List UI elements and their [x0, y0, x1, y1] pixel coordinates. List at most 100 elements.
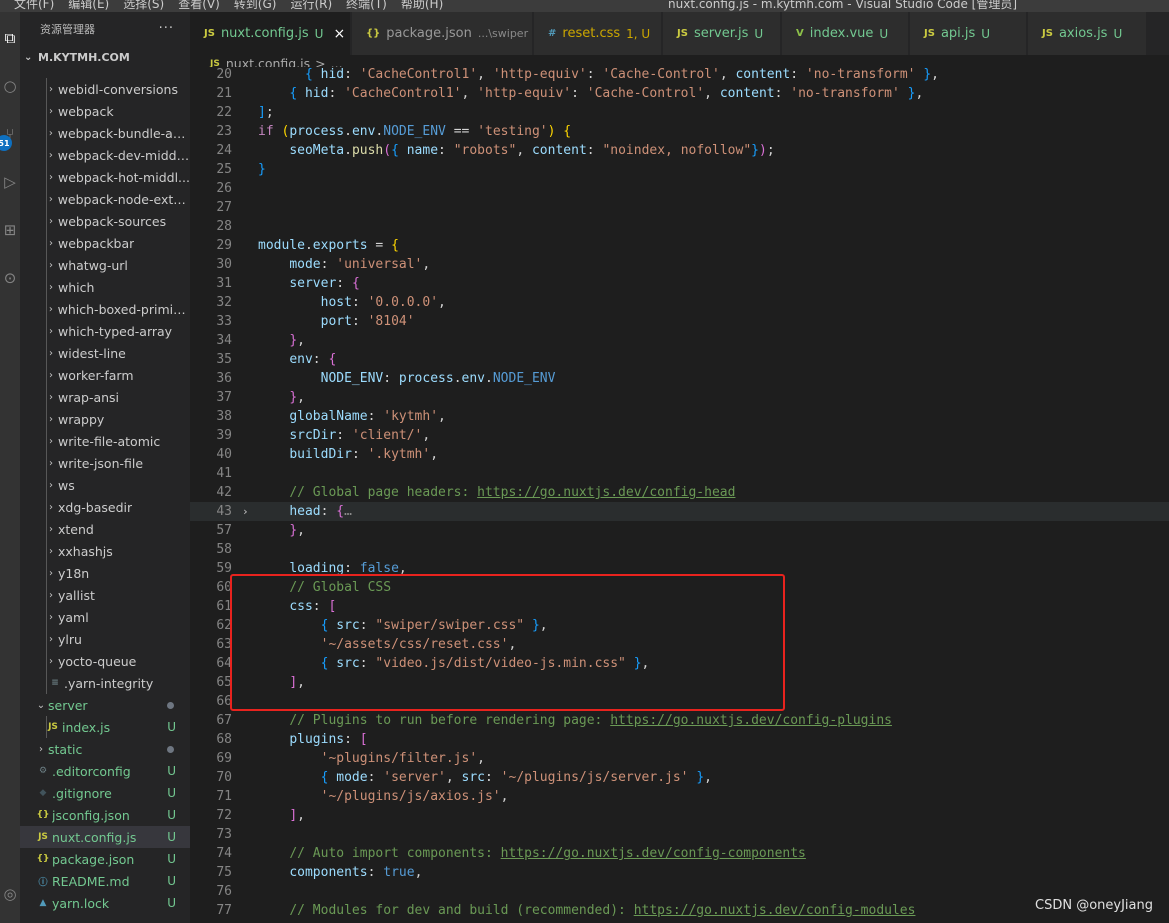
menu-item[interactable]: 选择(S): [123, 0, 164, 11]
tree-folder[interactable]: › worker-farm: [20, 364, 190, 386]
tree-folder[interactable]: › webpack-node-exte...: [20, 188, 190, 210]
menu-item[interactable]: 转到(G): [234, 0, 277, 11]
code-line[interactable]: 74 // Auto import components: https://go…: [190, 844, 1169, 863]
code-line[interactable]: 31 server: {: [190, 274, 1169, 293]
tree-file[interactable]: ◆ .gitignore U: [20, 782, 190, 804]
code-line[interactable]: 29 module.exports = {: [190, 236, 1169, 255]
tree-folder[interactable]: › whatwg-url: [20, 254, 190, 276]
tree-folder[interactable]: › ws: [20, 474, 190, 496]
tree-folder[interactable]: › webidl-conversions: [20, 78, 190, 100]
run-debug-icon[interactable]: ▷: [0, 170, 20, 194]
code-line[interactable]: 71 '~/plugins/js/axios.js',: [190, 787, 1169, 806]
code-line[interactable]: 68 plugins: [: [190, 730, 1169, 749]
editor-tab[interactable]: JS axios.js U: [1028, 12, 1147, 55]
tree-folder[interactable]: › yallist: [20, 584, 190, 606]
code-line[interactable]: 34 },: [190, 331, 1169, 350]
menu-item[interactable]: 终端(T): [346, 0, 387, 11]
code-line[interactable]: 75 components: true,: [190, 863, 1169, 882]
tree-file[interactable]: JS nuxt.config.js U: [20, 826, 190, 848]
code-line[interactable]: 32 host: '0.0.0.0',: [190, 293, 1169, 312]
editor-tab[interactable]: # reset.css 1, U: [534, 12, 662, 55]
search-icon[interactable]: ○: [0, 74, 20, 98]
more-actions-icon[interactable]: ···: [159, 21, 174, 36]
tree-folder[interactable]: › webpackbar: [20, 232, 190, 254]
code-line[interactable]: 38 globalName: 'kytmh',: [190, 407, 1169, 426]
code-line[interactable]: 22];: [190, 103, 1169, 122]
code-line[interactable]: 36 NODE_ENV: process.env.NODE_ENV: [190, 369, 1169, 388]
code-line[interactable]: 70 { mode: 'server', src: '~/plugins/js/…: [190, 768, 1169, 787]
code-line[interactable]: 28: [190, 217, 1169, 236]
code-line[interactable]: 30 mode: 'universal',: [190, 255, 1169, 274]
tree-folder[interactable]: › xxhashjs: [20, 540, 190, 562]
code-line[interactable]: 77 // Modules for dev and build (recomme…: [190, 901, 1169, 920]
editor-tab[interactable]: JS server.js U: [663, 12, 781, 55]
editor-tab[interactable]: JS api.js U: [910, 12, 1027, 55]
tree-folder[interactable]: › widest-line: [20, 342, 190, 364]
editor-tab[interactable]: JS nuxt.config.js U ×: [190, 12, 351, 55]
tree-file[interactable]: ▲ yarn.lock U: [20, 892, 190, 914]
tree-folder[interactable]: › write-file-atomic: [20, 430, 190, 452]
tree-file[interactable]: ≡ .yarn-integrity: [20, 672, 190, 694]
tree-folder[interactable]: › webpack: [20, 100, 190, 122]
tree-folder[interactable]: › xdg-basedir: [20, 496, 190, 518]
code-line[interactable]: 35 env: {: [190, 350, 1169, 369]
code-line[interactable]: 21 { hid: 'CacheControl1', 'http-equiv':…: [190, 84, 1169, 103]
code-line[interactable]: 69 '~plugins/filter.js',: [190, 749, 1169, 768]
code-editor[interactable]: 20 { hid: 'CacheControl1', 'http-equiv':…: [190, 67, 1169, 923]
account-icon[interactable]: ◎: [0, 882, 20, 906]
code-line[interactable]: 57 },: [190, 521, 1169, 540]
menu-item[interactable]: 运行(R): [290, 0, 332, 11]
code-line[interactable]: 23 if (process.env.NODE_ENV == 'testing')…: [190, 122, 1169, 141]
editor-tab[interactable]: {} package.json ...\swiper: [352, 12, 533, 55]
tree-folder[interactable]: › which: [20, 276, 190, 298]
code-line[interactable]: 58: [190, 540, 1169, 559]
code-line[interactable]: 25}: [190, 160, 1169, 179]
tree-folder[interactable]: › webpack-sources: [20, 210, 190, 232]
tree-folder[interactable]: › write-json-file: [20, 452, 190, 474]
explorer-icon[interactable]: ⧉: [0, 26, 20, 50]
tree-folder[interactable]: › xtend: [20, 518, 190, 540]
code-line[interactable]: 73: [190, 825, 1169, 844]
code-line[interactable]: 72 ],: [190, 806, 1169, 825]
editor-tab[interactable]: Vindex.vue U: [782, 12, 909, 55]
tree-folder[interactable]: › which-boxed-primiti...: [20, 298, 190, 320]
code-line[interactable]: 20 { hid: 'CacheControl1', 'http-equiv':…: [190, 67, 1169, 84]
code-line[interactable]: 39 srcDir: 'client/',: [190, 426, 1169, 445]
tree-file[interactable]: ⚙ .editorconfig U: [20, 760, 190, 782]
tree-folder[interactable]: › webpack-hot-middl...: [20, 166, 190, 188]
tree-file[interactable]: {} jsconfig.json U: [20, 804, 190, 826]
code-line[interactable]: 24 seoMeta.push({ name: "robots", conten…: [190, 141, 1169, 160]
tree-folder[interactable]: › webpack-dev-middl...: [20, 144, 190, 166]
code-line[interactable]: 27: [190, 198, 1169, 217]
tree-folder[interactable]: › y18n: [20, 562, 190, 584]
tree-folder[interactable]: › wrappy: [20, 408, 190, 430]
tree-folder[interactable]: › yocto-queue: [20, 650, 190, 672]
workspace-root[interactable]: ⌄ M.KYTMH.COM: [20, 46, 190, 68]
menu-item[interactable]: 文件(F): [14, 0, 54, 11]
tree-folder[interactable]: › yaml: [20, 606, 190, 628]
code-line[interactable]: 42 // Global page headers: https://go.nu…: [190, 483, 1169, 502]
code-line[interactable]: 33 port: '8104': [190, 312, 1169, 331]
close-icon[interactable]: ×: [333, 26, 345, 42]
code-line[interactable]: 76: [190, 882, 1169, 901]
tree-folder[interactable]: › which-typed-array: [20, 320, 190, 342]
menu-item[interactable]: 帮助(H): [401, 0, 443, 11]
tree-folder[interactable]: › ylru: [20, 628, 190, 650]
code-line[interactable]: 40 buildDir: '.kytmh',: [190, 445, 1169, 464]
menu-item[interactable]: 查看(V): [178, 0, 220, 11]
code-line[interactable]: 37 },: [190, 388, 1169, 407]
tree-file[interactable]: JS index.js U: [20, 716, 190, 738]
fold-chevron-icon[interactable]: ›: [242, 502, 249, 521]
tree-folder-server[interactable]: ⌄ server: [20, 694, 190, 716]
code-line[interactable]: 26: [190, 179, 1169, 198]
extensions-icon[interactable]: ⊞: [0, 218, 20, 242]
remote-icon[interactable]: ⊙: [0, 266, 20, 290]
tree-folder[interactable]: › wrap-ansi: [20, 386, 190, 408]
code-line[interactable]: 67 // Plugins to run before rendering pa…: [190, 711, 1169, 730]
menu-item[interactable]: 编辑(E): [68, 0, 109, 11]
code-line[interactable]: 41: [190, 464, 1169, 483]
tree-folder-static[interactable]: › static: [20, 738, 190, 760]
tree-folder[interactable]: › webpack-bundle-an...: [20, 122, 190, 144]
tree-file[interactable]: {} package.json U: [20, 848, 190, 870]
tree-file[interactable]: ⓘ README.md U: [20, 870, 190, 892]
